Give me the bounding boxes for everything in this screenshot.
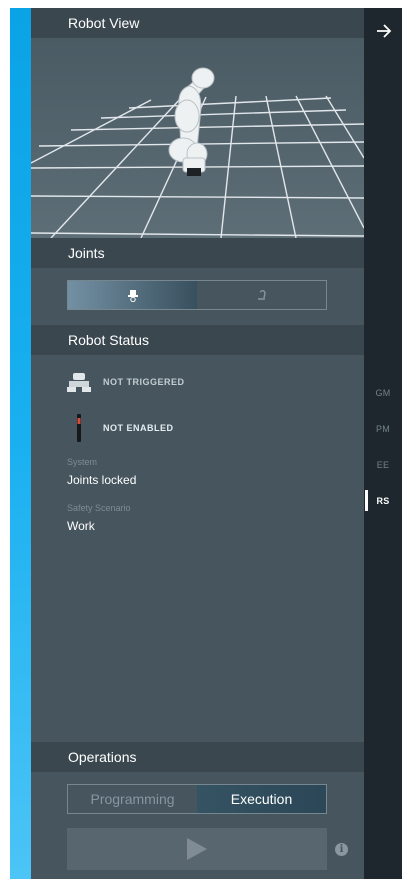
nav-item-gm[interactable]: GM (364, 388, 402, 398)
system-label: System (67, 457, 98, 467)
robot-base-icon (67, 373, 91, 392)
operations-title: Operations (68, 749, 137, 765)
robot-3d-view[interactable] (31, 38, 364, 238)
nav-item-pm[interactable]: PM (364, 424, 402, 434)
trigger-status-text: NOT TRIGGERED (103, 377, 185, 387)
hand-guide-icon (127, 290, 138, 302)
joints-header: Joints (31, 238, 364, 268)
info-icon[interactable]: i (335, 843, 348, 856)
joints-title: Joints (68, 245, 105, 261)
operations-mode-toggle: Programming Execution (67, 784, 327, 814)
safety-scenario-value: Work (67, 519, 95, 533)
trigger-status: NOT TRIGGERED (67, 372, 185, 392)
robot-view-title: Robot View (68, 15, 140, 31)
arrow-right-icon[interactable] (374, 21, 394, 41)
joints-mode-toggle (67, 280, 327, 310)
robot-panel: Robot View Joints Robot Status NOT TRIGG… (31, 8, 364, 879)
nav-item-ee[interactable]: EE (364, 460, 402, 470)
nav-item-rs[interactable]: RS (364, 496, 402, 506)
enable-status: NOT ENABLED (67, 414, 174, 442)
app-root: Robot View Joints Robot Status NOT TRIGG… (0, 0, 402, 879)
robot-model (168, 67, 215, 176)
robot-status-header: Robot Status (31, 325, 364, 355)
arm-joint-icon (257, 290, 266, 300)
robot-status-title: Robot Status (68, 332, 149, 348)
execution-mode-button[interactable]: Execution (197, 785, 326, 813)
system-value: Joints locked (67, 473, 137, 487)
robot-view-header: Robot View (31, 8, 364, 38)
safety-scenario-label: Safety Scenario (67, 503, 131, 513)
play-icon (187, 838, 207, 860)
play-button[interactable] (67, 828, 327, 870)
side-navigation: GM PM EE RS (364, 8, 402, 879)
programming-mode-button[interactable]: Programming (68, 785, 197, 813)
accent-bar (10, 8, 31, 879)
enable-status-text: NOT ENABLED (103, 423, 174, 433)
operations-header: Operations (31, 742, 364, 772)
arm-joint-mode-button[interactable] (197, 281, 326, 309)
hand-guide-mode-button[interactable] (68, 281, 197, 309)
enable-switch-icon (77, 414, 81, 442)
robot-grid-scene (31, 67, 364, 238)
